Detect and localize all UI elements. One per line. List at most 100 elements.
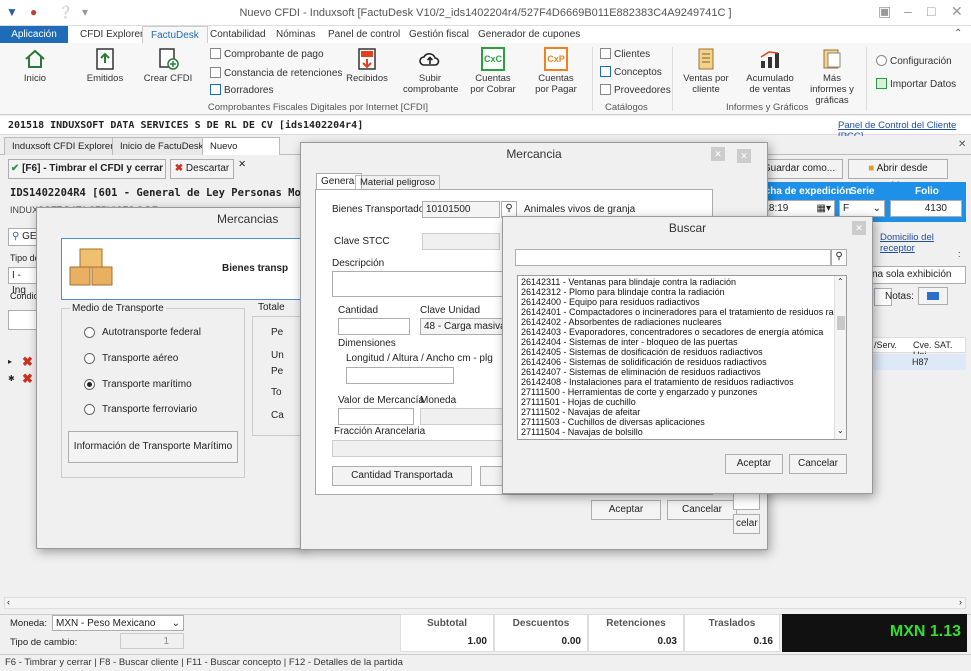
buscar-results-list[interactable]: 26142311 - Ventanas para blindaje contra… [517, 275, 847, 440]
results-scrollbar[interactable]: ⌃ ⌄ [834, 276, 846, 439]
cuentas-cobrar-button[interactable]: CxC Cuentas por Cobrar [468, 47, 518, 95]
result-item[interactable]: 26142402 - Absorbentes de radiaciones nu… [518, 317, 834, 327]
result-item[interactable]: 26142403 - Evaporadores, concentradores … [518, 327, 834, 337]
acumulado-ventas-button[interactable]: Acumulado de ventas [744, 47, 796, 95]
maximize-icon[interactable]: □ [927, 3, 935, 19]
tab-inicio-factudesk[interactable]: Inicio de FactuDesk [112, 137, 212, 155]
borradores-button[interactable]: Borradores [210, 84, 273, 96]
emitidos-button[interactable]: Emitidos [84, 47, 126, 84]
descripcion-input[interactable] [332, 271, 512, 297]
autotransporte-radio[interactable] [84, 327, 95, 338]
scroll-up-icon[interactable]: ⌃ [837, 277, 844, 286]
conceptos-button[interactable]: Conceptos [600, 66, 662, 78]
aereo-radio[interactable] [84, 353, 95, 364]
maritimo-radio[interactable] [84, 379, 95, 390]
scroll-down-icon[interactable]: ⌄ [837, 426, 844, 435]
buscar-aceptar-button[interactable]: Aceptar [725, 454, 783, 474]
proveedores-button[interactable]: Proveedores [600, 84, 671, 96]
result-item[interactable]: 26142404 - Sistemas de inter - bloqueo d… [518, 337, 834, 347]
condic-input[interactable] [8, 310, 38, 330]
result-item[interactable]: 26142405 - Sistemas de dosificación de r… [518, 347, 834, 357]
info-transporte-button[interactable]: Información de Transporte Marítimo [68, 431, 238, 463]
result-item[interactable]: 26142311 - Ventanas para blindaje contra… [518, 277, 834, 287]
dimensiones-input[interactable] [346, 367, 454, 384]
tab-contabilidad[interactable]: Contabilidad [202, 26, 274, 43]
importar-datos-button[interactable]: Importar Datos [876, 78, 956, 90]
bienes-input[interactable]: 10101500 [422, 201, 500, 218]
tab-cfdi-explorer[interactable]: CFDI Explorer [72, 26, 151, 43]
cantidad-transportada-button[interactable]: Cantidad Transportada [332, 466, 472, 486]
tab-generador-cupones[interactable]: Generador de cupones [470, 26, 588, 43]
subir-comprobante-button[interactable]: Subir comprobante [403, 47, 458, 95]
tab-nominas[interactable]: Nóminas [268, 26, 323, 43]
serie-select[interactable]: F ⌄ [839, 200, 885, 217]
result-item[interactable]: 26142407 - Sistemas de eliminación de re… [518, 367, 834, 377]
buscar-search-button[interactable]: ⚲ [831, 249, 847, 266]
result-item[interactable]: 27111504 - Navajas de bolsillo [518, 427, 834, 437]
tab-material-peligroso[interactable]: Material peligroso [355, 175, 440, 189]
close-tab-icon[interactable]: ✕ [238, 159, 246, 170]
minimize-icon[interactable]: – [904, 3, 912, 19]
ribbon-display-icon[interactable]: ▣ [878, 3, 891, 20]
scroll-right-icon[interactable]: › [959, 597, 962, 607]
cantidad-input[interactable] [338, 318, 410, 335]
tab-panel-control[interactable]: Panel de control [320, 26, 408, 43]
mercancia-aceptar-button[interactable]: Aceptar [591, 500, 661, 520]
timbrar-button[interactable]: ✔ [F6] - Timbrar el CFDI y cerrar [8, 159, 166, 179]
configuracion-label: Configuración [890, 56, 952, 67]
constancia-retenciones-button[interactable]: Constancia de retenciones [210, 67, 342, 79]
close-icon[interactable]: ✕ [711, 147, 725, 161]
tab-nuevo-cfdi[interactable]: Nuevo CFDI✕ [202, 137, 280, 170]
ferroviario-radio[interactable] [84, 404, 95, 415]
close-document-icon[interactable]: ✕ [958, 139, 966, 150]
result-item[interactable]: 26142312 - Plomo para blindaje contra la… [518, 287, 834, 297]
notas-button[interactable] [918, 287, 948, 305]
result-item[interactable]: 27111501 - Hojas de cuchillo [518, 397, 834, 407]
configuracion-button[interactable]: Configuración [876, 55, 952, 67]
result-item[interactable]: 26142406 - Sistemas de solidificación de… [518, 357, 834, 367]
folio-input[interactable]: 4130 [890, 200, 962, 217]
cancelar-behind-button[interactable]: celar [733, 514, 760, 534]
abrir-archivo-button[interactable]: ■ Abrir desde archivo... [848, 159, 948, 192]
buscar-cancelar-button[interactable]: Cancelar [789, 454, 847, 474]
descartar-button[interactable]: ✖ Descartar [170, 159, 234, 179]
result-item[interactable]: 26142400 - Equipo para residuos radiacti… [518, 297, 834, 307]
clientes-button[interactable]: Clientes [600, 48, 650, 60]
collapse-ribbon-icon[interactable]: ⌃ [954, 28, 962, 39]
tab-gestion-fiscal[interactable]: Gestión fiscal [401, 26, 477, 43]
close-icon[interactable]: ✕ [852, 221, 866, 235]
cfdi-recibidos-icon [358, 48, 376, 70]
inicio-button[interactable]: Inicio [14, 47, 56, 84]
close-icon[interactable]: ✕ [737, 149, 751, 163]
valor-input[interactable] [338, 408, 414, 425]
forma-pago-select[interactable]: na sola exhibición [868, 266, 966, 284]
delete-row-icon[interactable]: ✖ [22, 354, 33, 370]
tab-factudesk[interactable]: FactuDesk [142, 26, 208, 43]
result-item[interactable]: 26142408 - Instalaciones para el tratami… [518, 377, 834, 387]
crear-cfdi-button[interactable]: Crear CFDI [142, 47, 194, 84]
cuentas-pagar-button[interactable]: CxP Cuentas por Pagar [531, 47, 581, 95]
result-item[interactable]: 27111502 - Navajas de afeitar [518, 407, 834, 417]
tipo-select[interactable]: I - Ing [8, 267, 38, 296]
result-item[interactable]: 26142401 - Compactadores o incineradores… [518, 307, 834, 317]
comprobante-pago-button[interactable]: Comprobante de pago [210, 48, 324, 60]
ventas-cliente-button[interactable]: Ventas por cliente [682, 47, 730, 95]
grid-row[interactable]: H87 [868, 354, 966, 370]
clave-unidad-select[interactable]: 48 - Carga masiva [420, 318, 512, 335]
moneda-footer-select[interactable]: MXN - Peso Mexicano ⌄ [52, 615, 184, 631]
tab-cfdi-explorer-doc[interactable]: Induxsoft CFDI Explorer [4, 137, 122, 155]
result-item[interactable]: 27111500 - Herramientas de corte y engar… [518, 387, 834, 397]
mas-informes-button[interactable]: Más informes y gráficas [806, 47, 858, 106]
guardar-como-button[interactable]: Guardar como... [755, 159, 843, 179]
recibidos-button[interactable]: Recibidos [342, 47, 392, 84]
buscar-input[interactable] [515, 249, 831, 266]
delete-row-icon[interactable]: ✖ [22, 371, 33, 387]
tab-aplicacion[interactable]: Aplicación [0, 26, 68, 43]
scroll-left-icon[interactable]: ‹ [7, 597, 10, 607]
calendar-icon[interactable]: ▦▾ [817, 201, 834, 216]
result-item[interactable]: 27111503 - Cuchillos de diversas aplicac… [518, 417, 834, 427]
close-icon[interactable]: ✕ [951, 3, 963, 20]
scroll-thumb[interactable] [837, 316, 845, 330]
mercancia-cancelar-button[interactable]: Cancelar [667, 500, 737, 520]
horizontal-scrollbar[interactable]: ‹ › [4, 597, 966, 609]
